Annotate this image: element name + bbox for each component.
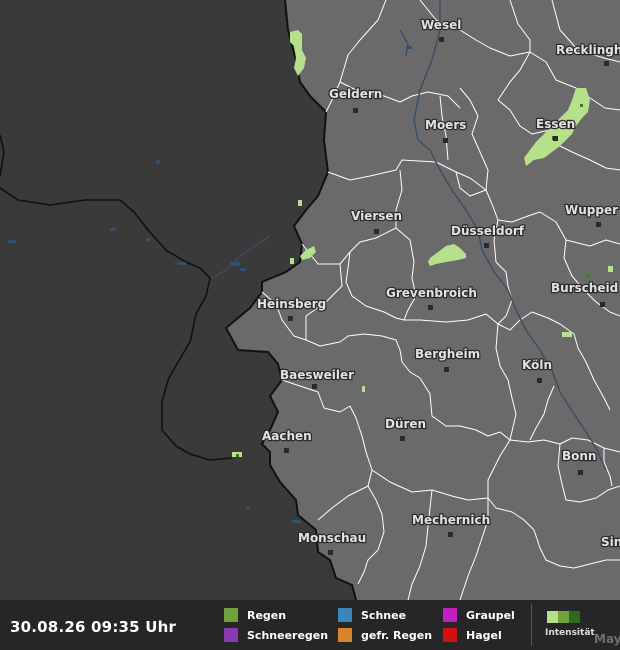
city-label-essen: Essen [536,117,575,131]
intensity-swatch-high [569,611,580,623]
legend-label: Schneeregen [247,628,329,642]
intensity-swatch-mid [558,611,569,623]
city-dot-viersen [374,229,379,234]
city-label-mayen: May [594,632,620,646]
legend-swatch-graupel [443,608,457,622]
city-label-recklinghausen: Recklingh [556,43,620,57]
intensity-label: Intensität [545,628,595,638]
city-label-moers: Moers [425,118,466,132]
city-dot-wesel [439,37,444,42]
legend-item-hagel: Hagel [443,627,502,643]
legend-label: Regen [247,608,287,622]
legend-item-graupel: Graupel [443,607,515,623]
city-dot-koeln [537,378,542,383]
legend-swatch-schnee [338,608,352,622]
legend-swatch-schneeregen [224,628,238,642]
intensity-scale [547,611,580,623]
city-label-sinzig: Mechernich [412,513,490,527]
city-dot-aachen [284,448,289,453]
city-label-aachen: Aachen [262,429,312,443]
city-dot-moers [443,138,448,143]
legend-item-gefr-regen: gefr. Regen [338,627,432,643]
radar-map[interactable]: Wesel Recklingh Geldern Moers Essen Vier… [0,0,620,600]
city-label-heinsberg: Heinsberg [257,297,326,311]
city-label-dueren: Düren [385,417,426,431]
city-dot-recklinghausen [604,61,609,66]
city-label-duesseldorf: Düsseldorf [451,224,525,238]
legend-bar: 30.08.26 09:35 Uhr Regen Schnee Graupel … [0,600,620,650]
city-label-baesweiler: Baesweiler [280,368,354,382]
legend-divider [531,604,532,646]
legend-swatch-gefr-regen [338,628,352,642]
city-dot-bergheim [444,367,449,372]
city-dot-geldern [353,108,358,113]
city-dot-baesweiler [312,384,317,389]
city-label-wesel: Wesel [421,18,461,32]
city-dot-burscheid [600,302,605,307]
city-dot-grevenbroich [428,305,433,310]
city-dot-heinsberg [288,316,293,321]
legend-item-schnee: Schnee [338,607,406,623]
city-label-geldern: Geldern [329,87,382,101]
city-label-burscheid: Burscheid [551,281,618,295]
city-dot-duesseldorf [484,243,489,248]
city-dot-mechernich [448,532,453,537]
legend-label: Hagel [466,628,502,642]
legend-label: gefr. Regen [361,628,433,642]
city-label-grevenbroich: Grevenbroich [386,286,477,300]
city-label-bergheim: Bergheim [415,347,480,361]
city-dot-wuppertal [596,222,601,227]
timestamp: 30.08.26 09:35 Uhr [10,618,177,636]
city-label-wuppertal: Wupper [565,203,618,217]
legend-swatch-regen [224,608,238,622]
city-label-mechernich: Sin [601,535,620,549]
city-dot-monschau [328,550,333,555]
city-dot-essen [553,136,558,141]
intensity-swatch-low [547,611,558,623]
legend-swatch-hagel [443,628,457,642]
city-dot-bonn [578,470,583,475]
legend-item-regen: Regen [224,607,286,623]
legend-label: Graupel [466,608,515,622]
city-label-viersen: Viersen [351,209,402,223]
city-label-monschau: Monschau [298,531,366,545]
city-dot-dueren [400,436,405,441]
city-label-koeln: Köln [522,358,552,372]
legend-item-schneeregen: Schneeregen [224,627,328,643]
city-label-bonn: Bonn [562,449,596,463]
legend-label: Schnee [361,608,407,622]
